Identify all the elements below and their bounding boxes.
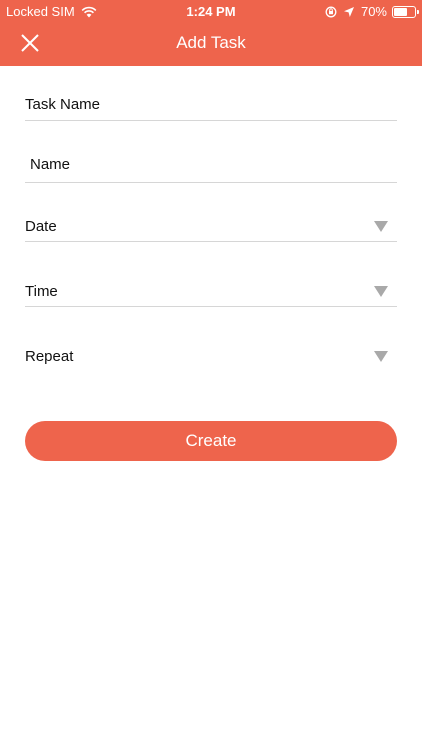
battery-icon — [392, 5, 419, 18]
battery-tip — [417, 9, 419, 14]
time-dropdown[interactable]: Time — [25, 276, 397, 307]
battery-level — [394, 7, 407, 16]
date-dropdown[interactable]: Date — [25, 210, 397, 242]
date-dropdown-arrow-icon — [374, 221, 388, 232]
name-field[interactable] — [25, 146, 397, 183]
status-bar: Locked SIM 1:24 PM 70% — [0, 0, 422, 22]
date-label: Date — [25, 218, 57, 235]
task-name-label: Task Name — [25, 96, 101, 113]
time-label: Time — [25, 283, 58, 300]
orientation-lock-icon — [325, 6, 337, 17]
time-dropdown-arrow-icon — [374, 286, 388, 297]
task-name-field: Task Name — [25, 88, 397, 121]
repeat-dropdown[interactable]: Repeat — [25, 341, 397, 371]
repeat-dropdown-arrow-icon — [374, 351, 388, 362]
repeat-label: Repeat — [25, 348, 74, 365]
battery-percent: 70% — [360, 4, 387, 19]
create-button[interactable]: Create — [25, 421, 397, 461]
name-input[interactable] — [25, 146, 397, 182]
location-arrow-icon — [343, 6, 354, 17]
nav-bar: Add Task — [0, 22, 422, 66]
status-right: 70% — [325, 4, 419, 19]
page-title: Add Task — [176, 33, 246, 52]
